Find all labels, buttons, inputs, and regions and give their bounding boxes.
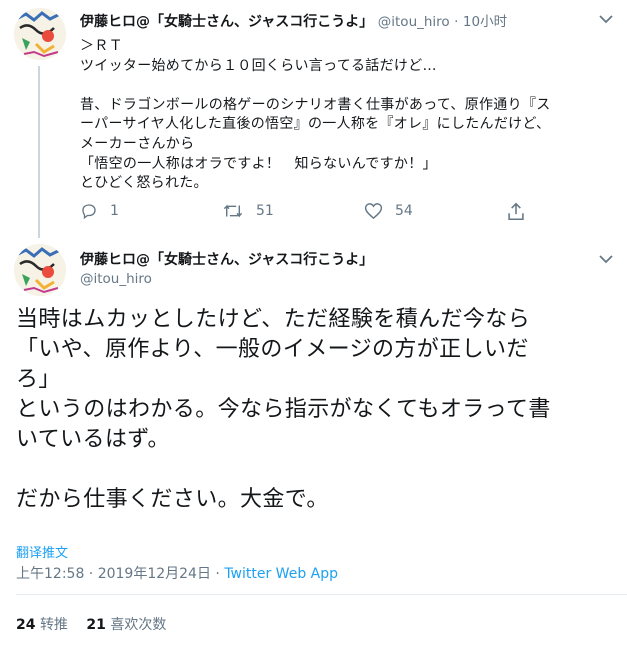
- tweet-line: ーパーサイヤ人化した直後の悟空』の一人称を『オレ』にしたんだけど、: [80, 116, 551, 133]
- tweet-line: 当時はムカッとしたけど、ただ経験を積んだ今なら: [16, 307, 531, 332]
- chevron-down-icon[interactable]: [598, 12, 614, 26]
- tweet-line: ろ」: [16, 367, 61, 392]
- chevron-down-icon[interactable]: [598, 252, 614, 266]
- avatar[interactable]: [14, 244, 66, 296]
- likes-count: 21: [86, 617, 106, 633]
- retweets-count: 24: [16, 617, 36, 633]
- tweet-line: ツイッター始めてから１０回くらい言ってる話だけど…: [80, 57, 437, 74]
- user-handle[interactable]: @itou_hiro: [378, 14, 450, 30]
- likes-stat[interactable]: 21 喜欢次数: [86, 617, 166, 633]
- like-count: 54: [395, 203, 413, 219]
- reply-icon: [82, 204, 96, 220]
- tweet-actions: 1 51 54: [0, 202, 627, 224]
- likes-label: 喜欢次数: [110, 617, 167, 633]
- retweets-label: 转推: [39, 617, 68, 633]
- divider: [16, 594, 627, 595]
- conversation-thread: 伊藤ヒロ@「女騎士さん、ジャスコ行こうよ」 @itou_hiro · 10小时 …: [0, 0, 627, 649]
- share-button[interactable]: [507, 202, 525, 221]
- retweets-stat[interactable]: 24 转推: [16, 617, 68, 633]
- translate-tweet-link[interactable]: 翻译推文: [16, 542, 68, 561]
- separator-dot: ·: [454, 14, 459, 30]
- tweet-line: ＞ＲＴ: [80, 38, 123, 54]
- tweet-line: というのはわかる。今なら指示がなくてもオラって書: [16, 397, 551, 422]
- tweet-source-link[interactable]: Twitter Web App: [224, 566, 338, 582]
- heart-icon: [364, 203, 383, 220]
- tweet-header: 伊藤ヒロ@「女騎士さん、ジャスコ行こうよ」 @itou_hiro · 10小时: [80, 10, 507, 31]
- user-handle[interactable]: @itou_hiro: [80, 271, 152, 287]
- tweet-line: だから仕事ください。大金で。: [16, 487, 329, 512]
- display-name[interactable]: 伊藤ヒロ@「女騎士さん、ジャスコ行こうよ」: [80, 249, 373, 269]
- tweet-timestamp[interactable]: 上午12:58 · 2019年12月24日 ·: [16, 566, 224, 582]
- tweet-text: 当時はムカッとしたけど、ただ経験を積んだ今なら 「いや、原作より、一般のイメージ…: [16, 305, 616, 515]
- tweet-metadata: 上午12:58 · 2019年12月24日 · Twitter Web App: [16, 563, 338, 583]
- avatar[interactable]: [14, 8, 66, 60]
- tweet-line: いているはず。: [16, 427, 170, 452]
- retweet-button[interactable]: 51: [222, 202, 274, 220]
- tweet-line: 昔、ドラゴンボールの格ゲーのシナリオ書く仕事があって、原作通り『ス: [80, 96, 551, 113]
- retweet-count: 51: [256, 203, 274, 219]
- parent-tweet[interactable]: 伊藤ヒロ@「女騎士さん、ジャスコ行こうよ」 @itou_hiro · 10小时 …: [0, 0, 627, 238]
- share-icon: [508, 202, 524, 221]
- tweet-stats: 24 转推 21 喜欢次数: [16, 614, 180, 634]
- retweet-icon: [223, 204, 243, 218]
- tweet-time[interactable]: 10小时: [463, 14, 507, 30]
- tweet-text: ＞ＲＴ ツイッター始めてから１０回くらい言ってる話だけど… 昔、ドラゴンボールの…: [80, 37, 620, 194]
- tweet-line: メーカーさんから: [80, 135, 195, 152]
- display-name[interactable]: 伊藤ヒロ@「女騎士さん、ジャスコ行こうよ」: [80, 14, 373, 30]
- tweet-line: 「悟空の一人称はオラですよ！ 知らないんですか！」: [80, 155, 437, 172]
- like-button[interactable]: 54: [364, 202, 413, 220]
- tweet-line: とひどく怒られた。: [80, 175, 208, 192]
- reply-button[interactable]: 1: [80, 202, 119, 220]
- tweet-line: 「いや、原作より、一般のイメージの方が正しいだ: [16, 337, 529, 362]
- reply-count: 1: [110, 203, 119, 219]
